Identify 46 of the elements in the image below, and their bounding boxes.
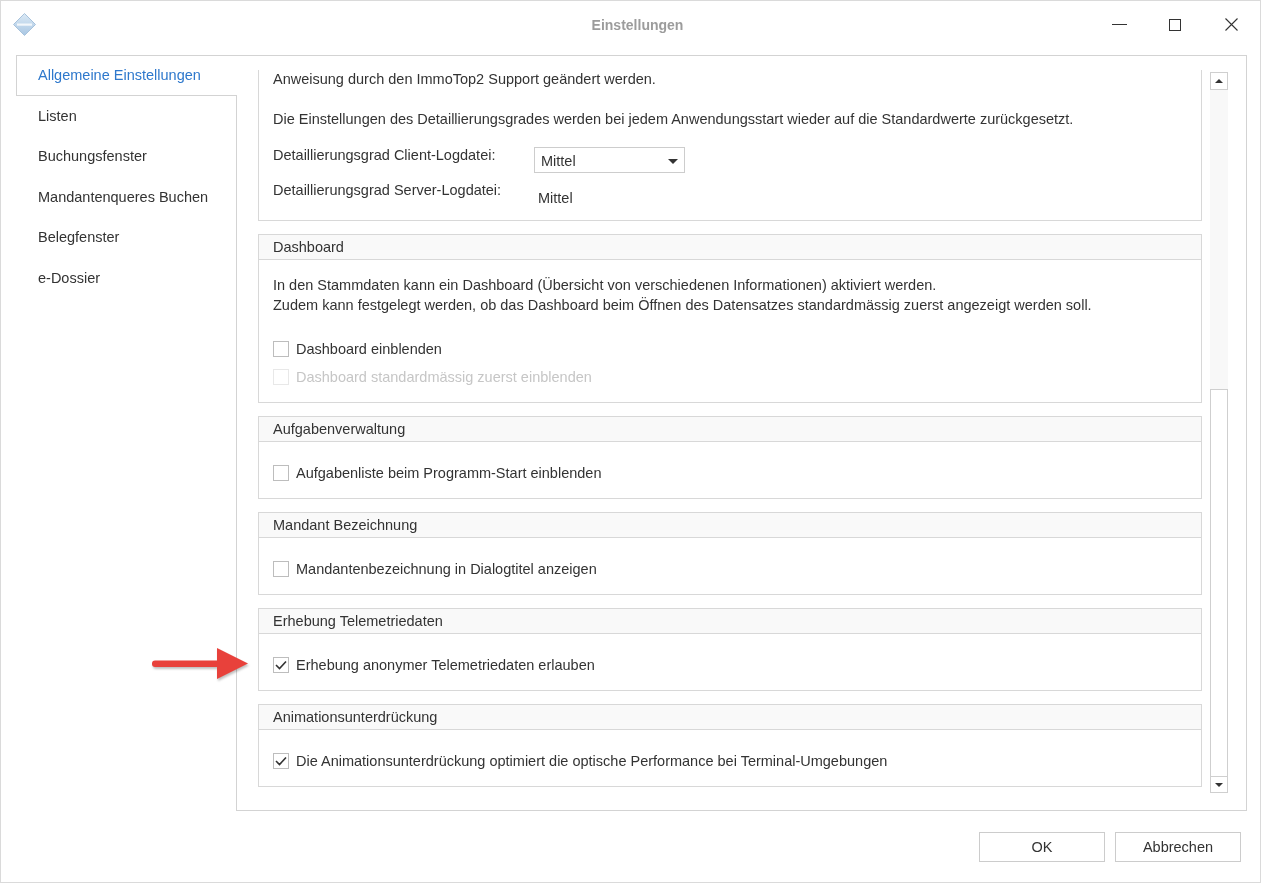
checkbox-label: Dashboard standardmässig zuerst einblenden [296,369,592,385]
logo-icon [13,13,36,36]
scroll-up-button[interactable] [1210,72,1228,90]
checkbox-label: Erhebung anonymer Telemetriedaten erlauben [296,657,595,673]
info-text: Zudem kann festgelegt werden, ob das Dashboard beim Öffnen des Datensatzes standardmässig zuerst angezeigt werden soll. [273,296,1093,315]
sidebar-item[interactable]: Buchungsfenster [16,136,237,177]
check-icon [275,756,287,766]
checkbox[interactable] [273,753,289,769]
maximize-icon [1169,18,1181,31]
info-text: Die Einstellungen des Detaillierungsgrades werden bei jedem Anwendungsstart wieder auf die Standardwerte zurückgesetzt. [273,110,1075,128]
scrollbar-thumb[interactable] [1210,389,1228,776]
minimize-icon [1111,24,1127,25]
dialog-button[interactable]: Abbrechen [1115,832,1241,862]
checkbox[interactable] [273,341,289,357]
check-icon [275,660,287,670]
info-text: In den Stammdaten kann ein Dashboard (Übersicht von verschiedenen Informationen) aktiviert werden. [273,276,938,295]
caret-down-icon [1215,782,1223,787]
field-label: Detaillierungsgrad Server-Logdatei: [273,181,503,199]
sidebar-item[interactable]: Listen [16,95,237,136]
caret-icon [668,158,678,164]
group-header: Dashboard [258,234,1202,260]
window-title: Einstellungen [591,15,684,34]
dropdown[interactable]: Mittel [534,147,685,173]
checkbox[interactable] [273,465,289,481]
checkbox-label: Aufgabenliste beim Programm-Start einblenden [296,465,602,481]
field-value: Mittel [538,189,573,207]
sidebar-item[interactable]: Mandantenqueres Buchen [16,176,237,217]
sidebar-item[interactable]: Belegfenster [16,217,237,258]
group-header: Mandant Bezeichnung [258,512,1202,538]
group-header: Aufgabenverwaltung [258,416,1202,442]
checkbox-label: Mandantenbezeichnung in Dialogtitel anzeigen [296,561,597,577]
sidebar-item[interactable]: Allgemeine Einstellungen [16,55,237,96]
dialog-button[interactable]: OK [979,832,1105,862]
group-header: Erhebung Telemetriedaten [258,608,1202,634]
sidebar-item[interactable]: e-Dossier [16,257,237,298]
info-text: Anweisung durch den ImmoTop2 Support geändert werden. [273,70,657,88]
checkbox[interactable] [273,561,289,577]
checkbox-label: Dashboard einblenden [296,341,442,357]
group-header: Animationsunterdrückung [258,704,1202,730]
scroll-down-button[interactable] [1210,776,1228,793]
arrow-icon [151,648,248,679]
checkbox-label: Die Animationsunterdrückung optimiert die optische Performance bei Terminal-Umgebungen [296,753,888,769]
field-label: Detaillierungsgrad Client-Logdatei: [273,146,497,164]
caret-up-icon [1215,79,1223,83]
close-icon [1224,18,1238,31]
checkbox[interactable] [273,657,289,673]
